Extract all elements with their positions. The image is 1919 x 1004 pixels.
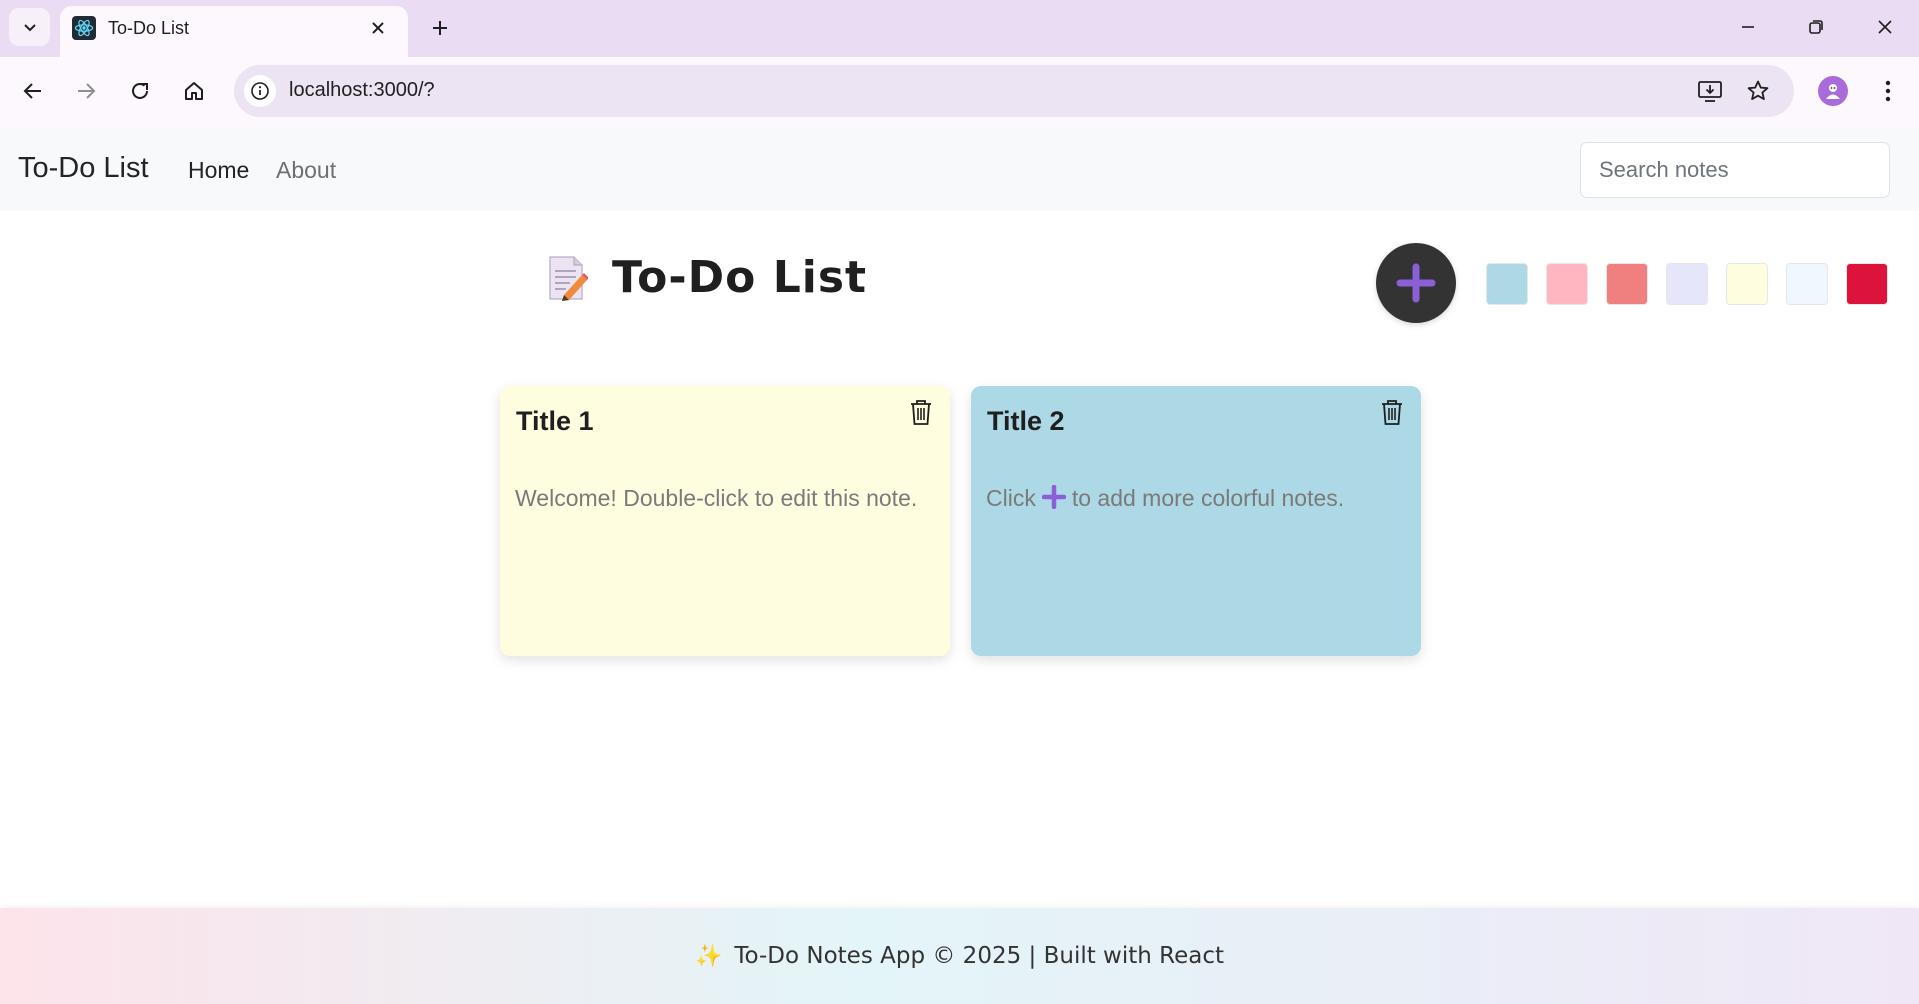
install-app-button[interactable]: [1694, 75, 1726, 107]
site-info-button[interactable]: [244, 75, 276, 107]
profile-avatar[interactable]: [1818, 76, 1848, 106]
more-vertical-icon: [1885, 80, 1891, 102]
delete-note-button[interactable]: [1377, 396, 1407, 428]
arrow-left-icon: [23, 83, 41, 99]
footer-text: To-Do Notes App © 2025 | Built with Reac…: [734, 943, 1225, 969]
search-input[interactable]: [1580, 142, 1890, 198]
star-icon: [1747, 80, 1769, 100]
close-icon: [1878, 20, 1892, 34]
memo-icon: [549, 255, 588, 301]
plus-icon: [1396, 263, 1436, 303]
new-tab-button[interactable]: [424, 12, 456, 44]
reload-icon: [132, 82, 148, 99]
color-swatch[interactable]: [1666, 263, 1708, 305]
minimize-icon: [1742, 26, 1754, 28]
trash-icon: [911, 400, 931, 425]
color-swatch[interactable]: [1606, 263, 1648, 305]
note-body-text: Click: [986, 485, 1036, 511]
add-note-button[interactable]: [1376, 243, 1456, 323]
arrow-right-icon: [78, 83, 96, 99]
color-swatch[interactable]: [1846, 263, 1888, 305]
home-icon: [185, 82, 203, 100]
color-swatch[interactable]: [1726, 263, 1768, 305]
navbar-brand[interactable]: To-Do List: [18, 152, 149, 185]
delete-note-button[interactable]: [906, 396, 936, 428]
reload-button[interactable]: [120, 71, 160, 111]
note-body[interactable]: Welcome! Double-click to edit this note.: [515, 480, 925, 516]
minimize-button[interactable]: [1728, 8, 1768, 46]
tab-close-button[interactable]: [366, 16, 390, 40]
nav-link-about[interactable]: About: [276, 157, 336, 184]
color-swatch[interactable]: [1786, 263, 1828, 305]
note-body-text: to add more colorful notes.: [1071, 485, 1345, 511]
chevron-down-icon: [23, 24, 36, 32]
avatar-icon: [1826, 84, 1840, 99]
note-title[interactable]: Title 2: [987, 406, 1065, 437]
close-icon: [372, 22, 384, 34]
trash-icon: [1382, 400, 1402, 425]
home-button[interactable]: [174, 71, 214, 111]
note-card[interactable]: Title 2 Click to add more colorful notes.: [971, 386, 1421, 656]
browser-menu-button[interactable]: [1870, 71, 1906, 111]
restore-button[interactable]: [1796, 8, 1836, 46]
plus-icon: [1041, 485, 1066, 509]
back-button[interactable]: [13, 71, 53, 111]
install-icon: [1698, 81, 1722, 102]
page-title-text: To-Do List: [612, 252, 868, 303]
page-title: To-Do List: [546, 252, 867, 303]
browser-tab-strip: To-Do List: [0, 0, 1919, 57]
color-swatch[interactable]: [1486, 263, 1528, 305]
browser-toolbar: localhost:3000/?: [0, 57, 1919, 127]
tab-title: To-Do List: [108, 18, 190, 38]
close-window-button[interactable]: [1865, 8, 1905, 46]
info-icon: [251, 82, 269, 100]
restore-icon: [1809, 20, 1823, 34]
note-title[interactable]: Title 1: [516, 406, 594, 437]
nav-link-home[interactable]: Home: [188, 157, 249, 184]
react-icon: [72, 16, 96, 40]
sparkles-icon: ✨: [694, 943, 723, 968]
color-swatch[interactable]: [1546, 263, 1588, 305]
address-bar[interactable]: localhost:3000/?: [234, 65, 1794, 117]
bookmark-button[interactable]: [1742, 75, 1774, 107]
note-body[interactable]: Click to add more colorful notes.: [986, 480, 1396, 516]
browser-tab[interactable]: To-Do List: [60, 6, 408, 57]
footer: ✨ To-Do Notes App © 2025 | Built with Re…: [0, 908, 1919, 1004]
forward-button[interactable]: [66, 71, 106, 111]
app-navbar: To-Do List Home About: [0, 127, 1919, 211]
tab-search-button[interactable]: [9, 8, 50, 46]
url-text[interactable]: localhost:3000/?: [289, 79, 435, 102]
note-card[interactable]: Title 1 Welcome! Double-click to edit th…: [500, 386, 950, 656]
plus-icon: [433, 21, 447, 35]
